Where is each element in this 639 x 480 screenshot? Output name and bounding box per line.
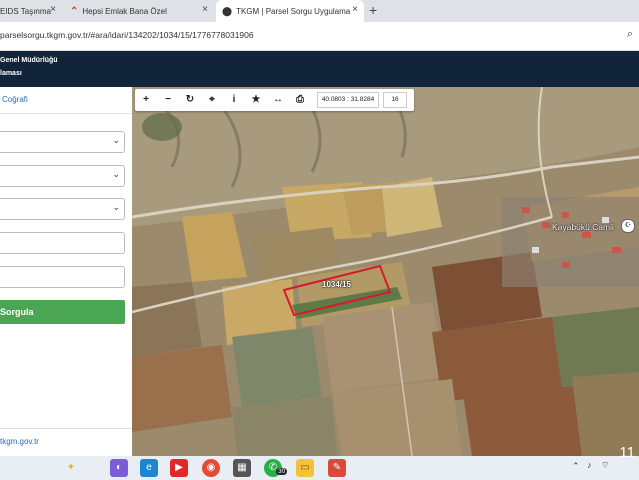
address-bar[interactable]: parselsorgu.tkgm.gov.tr/#ara/idari/13420…: [0, 22, 639, 51]
divider: [0, 428, 132, 429]
tab-hepsiemlak[interactable]: ⌃ Hepsi Emlak Bana Özel ×: [64, 0, 214, 22]
new-tab-button[interactable]: +: [369, 2, 377, 18]
youtube-icon[interactable]: ▶: [170, 459, 188, 477]
browser-tab-strip: EIDS Taşınma × ⌃ Hepsi Emlak Bana Özel ×…: [0, 0, 639, 22]
chrome-icon[interactable]: ◉: [202, 459, 220, 477]
zoom-level: 16: [383, 92, 407, 108]
chevron-down-icon: ⌄: [112, 202, 120, 212]
block-input[interactable]: [0, 232, 125, 254]
divider: [0, 113, 132, 114]
zoom-icon[interactable]: ⌕: [627, 28, 633, 41]
zoom-out-button[interactable]: −: [157, 89, 179, 111]
zoom-in-button[interactable]: +: [135, 89, 157, 111]
edge-icon[interactable]: e: [140, 459, 158, 477]
map-imagery: [132, 87, 639, 456]
tab-label: Hepsi Emlak Bana Özel: [82, 6, 167, 16]
mosque-icon[interactable]: ☪: [621, 219, 635, 233]
star-icon[interactable]: ★: [245, 89, 267, 111]
province-select[interactable]: ⌄: [0, 131, 125, 153]
poi-label: Kayabükü Camii: [552, 222, 614, 232]
map-toolbar: + − ↻ ⌖ i ★ ↔ ⎙ 40.0803 : 31.8284 16: [135, 89, 414, 111]
tab-tkgm[interactable]: ⬤ TKGM | Parsel Sorgu Uygulama ×: [216, 0, 364, 22]
tab-label: EIDS Taşınma: [0, 6, 51, 16]
tab-eids[interactable]: EIDS Taşınma ×: [0, 0, 62, 22]
print-icon[interactable]: ⎙: [289, 89, 311, 111]
info-icon[interactable]: i: [223, 89, 245, 111]
coordinate-readout: 40.0803 : 31.8284: [317, 92, 379, 108]
chevron-down-icon: ⌄: [112, 169, 120, 179]
district-select[interactable]: ⌄: [0, 165, 125, 187]
neighborhood-select[interactable]: ⌄: [0, 198, 125, 220]
sparkle-icon[interactable]: ✦: [62, 459, 80, 477]
tab-close-icon[interactable]: ×: [50, 4, 56, 15]
windows-taskbar: ✦ ◐ e ▶ ◉ ▦ ✆ 30 ▭ ✎ ⌃ ♪ ⌔ 11: [0, 444, 639, 480]
tray-chevron-icon[interactable]: ⌃: [572, 461, 580, 472]
header-subtitle: laması: [0, 70, 22, 77]
clock[interactable]: 11: [619, 444, 635, 461]
whatsapp-badge: 30: [276, 468, 288, 475]
tab-cografi[interactable]: Coğrafi: [2, 95, 28, 104]
location-pin-icon: ⬤: [222, 5, 233, 16]
calculator-icon[interactable]: ▦: [233, 459, 251, 477]
parcel-input[interactable]: [0, 266, 125, 288]
tab-close-icon[interactable]: ×: [202, 4, 208, 15]
footer-link[interactable]: tkgm.gov.tr: [0, 437, 39, 446]
hepsiemlak-logo-icon: ⌃: [70, 5, 79, 17]
measure-icon[interactable]: ↔: [267, 89, 289, 111]
tab-close-icon[interactable]: ×: [352, 4, 358, 15]
refresh-icon[interactable]: ↻: [179, 89, 201, 111]
copilot-icon[interactable]: ◐: [110, 459, 128, 477]
files-icon[interactable]: ▭: [296, 459, 314, 477]
query-button[interactable]: Sorgula: [0, 300, 125, 324]
satellite-map[interactable]: [132, 87, 639, 456]
header-title: Genel Müdürlüğü: [0, 57, 58, 64]
query-panel: Coğrafi ⌄ ⌄ ⌄ Sorgula tkgm.gov.tr: [0, 87, 132, 456]
url-text[interactable]: parselsorgu.tkgm.gov.tr/#ara/idari/13420…: [0, 30, 254, 40]
volume-icon[interactable]: ♪: [587, 460, 592, 470]
site-header: Genel Müdürlüğü laması: [0, 51, 639, 87]
chevron-down-icon: ⌄: [112, 135, 120, 145]
tab-label: TKGM | Parsel Sorgu Uygulama: [236, 6, 351, 16]
paint-icon[interactable]: ✎: [328, 459, 346, 477]
locate-icon[interactable]: ⌖: [201, 89, 223, 111]
parcel-label[interactable]: 1034/15: [322, 280, 351, 289]
network-icon[interactable]: ⌔: [601, 460, 609, 471]
